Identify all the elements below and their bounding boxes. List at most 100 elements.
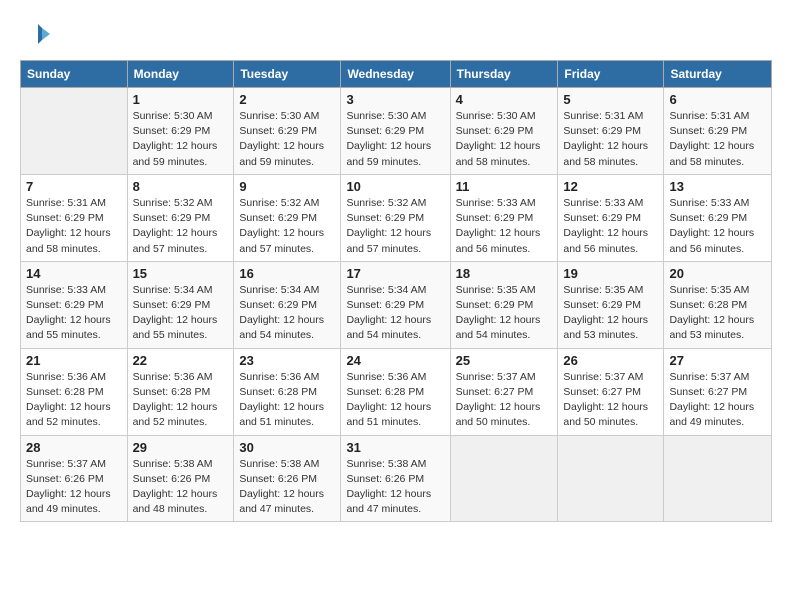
calendar-cell: 30Sunrise: 5:38 AM Sunset: 6:26 PM Dayli… [234, 435, 341, 522]
calendar-week-row: 28Sunrise: 5:37 AM Sunset: 6:26 PM Dayli… [21, 435, 772, 522]
day-info: Sunrise: 5:32 AM Sunset: 6:29 PM Dayligh… [239, 196, 335, 257]
day-info: Sunrise: 5:36 AM Sunset: 6:28 PM Dayligh… [239, 370, 335, 431]
calendar-header-row: SundayMondayTuesdayWednesdayThursdayFrid… [21, 61, 772, 88]
day-number: 25 [456, 353, 553, 368]
day-info: Sunrise: 5:37 AM Sunset: 6:26 PM Dayligh… [26, 457, 122, 518]
calendar-cell: 21 Sunrise: 5:36 AM Sunset: 6:28 PM Dayli… [21, 348, 128, 435]
calendar-cell: 2 Sunrise: 5:30 AM Sunset: 6:29 PM Daylig… [234, 88, 341, 175]
calendar-cell: 20Sunrise: 5:35 AM Sunset: 6:28 PM Dayli… [664, 261, 772, 348]
calendar-cell: 7Sunrise: 5:31 AM Sunset: 6:29 PM Daylig… [21, 174, 128, 261]
calendar-cell: 5 Sunrise: 5:31 AM Sunset: 6:29 PM Daylig… [558, 88, 664, 175]
day-info: Sunrise: 5:38 AM Sunset: 6:26 PM Dayligh… [346, 457, 444, 518]
day-info: Sunrise: 5:36 AM Sunset: 6:28 PM Dayligh… [133, 370, 229, 431]
day-number: 16 [239, 266, 335, 281]
day-info: Sunrise: 5:32 AM Sunset: 6:29 PM Dayligh… [133, 196, 229, 257]
day-number: 18 [456, 266, 553, 281]
weekday-header: Thursday [450, 61, 558, 88]
day-number: 5 [563, 92, 658, 107]
calendar-cell: 15 Sunrise: 5:34 AM Sunset: 6:29 PM Dayli… [127, 261, 234, 348]
calendar-cell: 27 Sunrise: 5:37 AM Sunset: 6:27 PM Dayli… [664, 348, 772, 435]
calendar-cell: 16 Sunrise: 5:34 AM Sunset: 6:29 PM Dayli… [234, 261, 341, 348]
day-number: 30 [239, 440, 335, 455]
calendar-table: SundayMondayTuesdayWednesdayThursdayFrid… [20, 60, 772, 522]
calendar-cell [664, 435, 772, 522]
day-info: Sunrise: 5:30 AM Sunset: 6:29 PM Dayligh… [239, 109, 335, 170]
day-number: 21 [26, 353, 122, 368]
day-info: Sunrise: 5:37 AM Sunset: 6:27 PM Dayligh… [456, 370, 553, 431]
day-info: Sunrise: 5:30 AM Sunset: 6:29 PM Dayligh… [133, 109, 229, 170]
weekday-header: Sunday [21, 61, 128, 88]
day-number: 17 [346, 266, 444, 281]
day-info: Sunrise: 5:36 AM Sunset: 6:28 PM Dayligh… [26, 370, 122, 431]
day-number: 26 [563, 353, 658, 368]
day-info: Sunrise: 5:34 AM Sunset: 6:29 PM Dayligh… [346, 283, 444, 344]
day-number: 1 [133, 92, 229, 107]
calendar-cell: 4 Sunrise: 5:30 AM Sunset: 6:29 PM Daylig… [450, 88, 558, 175]
day-number: 27 [669, 353, 766, 368]
page-header [20, 20, 772, 50]
calendar-cell: 3Sunrise: 5:30 AM Sunset: 6:29 PM Daylig… [341, 88, 450, 175]
calendar-cell: 22Sunrise: 5:36 AM Sunset: 6:28 PM Dayli… [127, 348, 234, 435]
calendar-cell: 12Sunrise: 5:33 AM Sunset: 6:29 PM Dayli… [558, 174, 664, 261]
day-number: 14 [26, 266, 122, 281]
calendar-week-row: 21 Sunrise: 5:36 AM Sunset: 6:28 PM Dayli… [21, 348, 772, 435]
day-info: Sunrise: 5:33 AM Sunset: 6:29 PM Dayligh… [456, 196, 553, 257]
weekday-header: Monday [127, 61, 234, 88]
day-info: Sunrise: 5:35 AM Sunset: 6:29 PM Dayligh… [456, 283, 553, 344]
day-number: 8 [133, 179, 229, 194]
day-info: Sunrise: 5:30 AM Sunset: 6:29 PM Dayligh… [346, 109, 444, 170]
calendar-cell: 19 Sunrise: 5:35 AM Sunset: 6:29 PM Dayli… [558, 261, 664, 348]
day-info: Sunrise: 5:33 AM Sunset: 6:29 PM Dayligh… [26, 283, 122, 344]
day-info: Sunrise: 5:35 AM Sunset: 6:29 PM Dayligh… [563, 283, 658, 344]
day-number: 10 [346, 179, 444, 194]
day-info: Sunrise: 5:31 AM Sunset: 6:29 PM Dayligh… [563, 109, 658, 170]
day-number: 24 [346, 353, 444, 368]
calendar-week-row: 7Sunrise: 5:31 AM Sunset: 6:29 PM Daylig… [21, 174, 772, 261]
weekday-header: Saturday [664, 61, 772, 88]
day-info: Sunrise: 5:34 AM Sunset: 6:29 PM Dayligh… [133, 283, 229, 344]
calendar-cell: 17 Sunrise: 5:34 AM Sunset: 6:29 PM Dayli… [341, 261, 450, 348]
calendar-cell: 25 Sunrise: 5:37 AM Sunset: 6:27 PM Dayli… [450, 348, 558, 435]
day-number: 4 [456, 92, 553, 107]
calendar-cell: 9 Sunrise: 5:32 AM Sunset: 6:29 PM Daylig… [234, 174, 341, 261]
calendar-cell: 11Sunrise: 5:33 AM Sunset: 6:29 PM Dayli… [450, 174, 558, 261]
calendar-body: 1 Sunrise: 5:30 AM Sunset: 6:29 PM Daylig… [21, 88, 772, 522]
calendar-cell: 14 Sunrise: 5:33 AM Sunset: 6:29 PM Dayli… [21, 261, 128, 348]
day-number: 23 [239, 353, 335, 368]
calendar-cell [450, 435, 558, 522]
day-info: Sunrise: 5:31 AM Sunset: 6:29 PM Dayligh… [26, 196, 122, 257]
day-number: 12 [563, 179, 658, 194]
day-info: Sunrise: 5:31 AM Sunset: 6:29 PM Dayligh… [669, 109, 766, 170]
day-number: 31 [346, 440, 444, 455]
calendar-cell: 18 Sunrise: 5:35 AM Sunset: 6:29 PM Dayli… [450, 261, 558, 348]
day-info: Sunrise: 5:37 AM Sunset: 6:27 PM Dayligh… [563, 370, 658, 431]
day-info: Sunrise: 5:30 AM Sunset: 6:29 PM Dayligh… [456, 109, 553, 170]
day-number: 2 [239, 92, 335, 107]
calendar-cell: 31 Sunrise: 5:38 AM Sunset: 6:26 PM Dayli… [341, 435, 450, 522]
calendar-cell [21, 88, 128, 175]
calendar-cell: 13 Sunrise: 5:33 AM Sunset: 6:29 PM Dayli… [664, 174, 772, 261]
day-info: Sunrise: 5:33 AM Sunset: 6:29 PM Dayligh… [669, 196, 766, 257]
day-info: Sunrise: 5:37 AM Sunset: 6:27 PM Dayligh… [669, 370, 766, 431]
day-number: 15 [133, 266, 229, 281]
weekday-header: Friday [558, 61, 664, 88]
day-number: 29 [133, 440, 229, 455]
day-info: Sunrise: 5:38 AM Sunset: 6:26 PM Dayligh… [133, 457, 229, 518]
day-number: 9 [239, 179, 335, 194]
day-info: Sunrise: 5:34 AM Sunset: 6:29 PM Dayligh… [239, 283, 335, 344]
day-info: Sunrise: 5:36 AM Sunset: 6:28 PM Dayligh… [346, 370, 444, 431]
calendar-cell: 6Sunrise: 5:31 AM Sunset: 6:29 PM Daylig… [664, 88, 772, 175]
logo-icon [20, 20, 50, 50]
calendar-cell: 29 Sunrise: 5:38 AM Sunset: 6:26 PM Dayli… [127, 435, 234, 522]
calendar-cell: 24 Sunrise: 5:36 AM Sunset: 6:28 PM Dayli… [341, 348, 450, 435]
calendar-cell [558, 435, 664, 522]
weekday-header: Tuesday [234, 61, 341, 88]
logo [20, 20, 54, 50]
weekday-header: Wednesday [341, 61, 450, 88]
day-number: 19 [563, 266, 658, 281]
day-number: 13 [669, 179, 766, 194]
calendar-week-row: 1 Sunrise: 5:30 AM Sunset: 6:29 PM Daylig… [21, 88, 772, 175]
day-info: Sunrise: 5:32 AM Sunset: 6:29 PM Dayligh… [346, 196, 444, 257]
calendar-cell: 23 Sunrise: 5:36 AM Sunset: 6:28 PM Dayli… [234, 348, 341, 435]
calendar-cell: 1 Sunrise: 5:30 AM Sunset: 6:29 PM Daylig… [127, 88, 234, 175]
